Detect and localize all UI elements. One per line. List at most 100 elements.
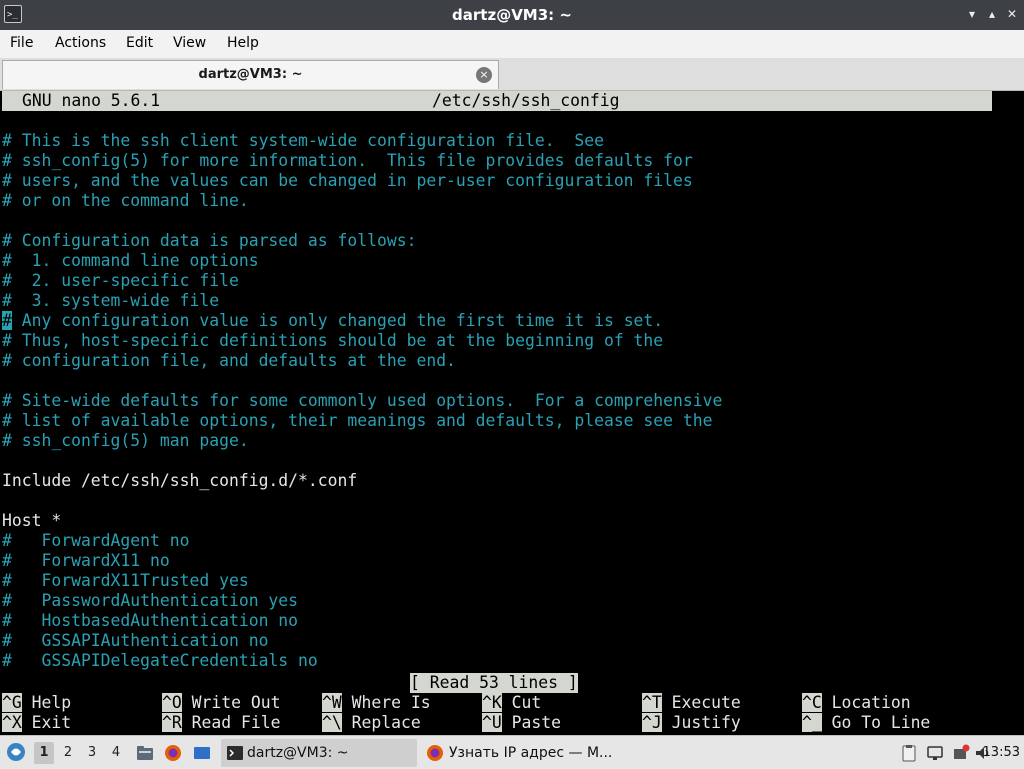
editor-line-text: # configuration file, and defaults at th… bbox=[2, 351, 456, 370]
editor-line-text: # Configuration data is parsed as follow… bbox=[2, 231, 417, 250]
editor-line: # list of available options, their meani… bbox=[2, 411, 713, 431]
shortcut-key: ^O bbox=[162, 693, 182, 712]
start-menu-icon[interactable] bbox=[6, 742, 26, 762]
minimize-button[interactable]: ▾ bbox=[964, 6, 980, 22]
shortcut-label: Paste bbox=[511, 713, 561, 732]
menu-help[interactable]: Help bbox=[227, 30, 259, 56]
workspace-2[interactable]: 2 bbox=[58, 742, 78, 764]
editor-line: # GSSAPIAuthentication no bbox=[2, 631, 268, 651]
shortcut-label: Cut bbox=[511, 693, 542, 712]
editor-line: # or on the command line. bbox=[2, 191, 249, 211]
editor-line: # ssh_config(5) for more information. Th… bbox=[2, 151, 693, 171]
shortcut-label: Justify bbox=[671, 713, 741, 732]
shortcut-gap bbox=[822, 693, 832, 712]
window-title: dartz@VM3: ~ bbox=[452, 6, 572, 24]
text-cursor: # bbox=[2, 311, 12, 330]
editor-line-text: # HostbasedAuthentication no bbox=[2, 611, 299, 630]
shortcut-gap bbox=[22, 713, 32, 732]
menu-file[interactable]: File bbox=[10, 30, 33, 56]
editor-line-text: # Thus, host-specific definitions should… bbox=[2, 331, 664, 350]
shortcut-label: Go To Line bbox=[831, 713, 931, 732]
shortcut-label: Read File bbox=[191, 713, 281, 732]
shortcut-justify[interactable]: ^J Justify bbox=[642, 713, 741, 733]
shortcut-write-out[interactable]: ^O Write Out bbox=[162, 693, 280, 713]
editor-line-text: # 3. system-wide file bbox=[2, 291, 220, 310]
update-notifier-icon[interactable] bbox=[952, 744, 970, 762]
editor-line-text: # users, and the values can be changed i… bbox=[2, 171, 693, 190]
taskbar: 1 2 3 4 dartz@VM3: ~ Узнать IP адрес — M… bbox=[0, 735, 1024, 769]
shortcut-key: ^X bbox=[2, 713, 22, 732]
firefox-icon bbox=[427, 745, 443, 761]
firefox-launcher-icon[interactable] bbox=[164, 744, 182, 762]
shortcut-key: ^T bbox=[642, 693, 662, 712]
workspace-4[interactable]: 4 bbox=[106, 742, 126, 764]
clipboard-icon[interactable] bbox=[900, 744, 918, 762]
editor-line: # ForwardAgent no bbox=[2, 531, 190, 551]
shortcut-gap bbox=[342, 693, 352, 712]
menu-bar: File Actions Edit View Help bbox=[0, 30, 1024, 58]
shortcut-help[interactable]: ^G Help bbox=[2, 693, 71, 713]
taskbar-terminal-label: dartz@VM3: ~ bbox=[247, 745, 349, 761]
shortcut-key: ^C bbox=[802, 693, 822, 712]
editor-line: # ssh_config(5) man page. bbox=[2, 431, 249, 451]
tab-close-icon[interactable]: × bbox=[476, 67, 492, 83]
editor-line: # users, and the values can be changed i… bbox=[2, 171, 693, 191]
shortcut-paste[interactable]: ^U Paste bbox=[482, 713, 561, 733]
editor-line: # Site-wide defaults for some commonly u… bbox=[2, 391, 722, 411]
menu-view[interactable]: View bbox=[173, 30, 206, 56]
shortcut-label: Execute bbox=[671, 693, 741, 712]
terminal-tab[interactable]: dartz@VM3: ~ × bbox=[2, 60, 499, 89]
editor-line-text: # list of available options, their meani… bbox=[2, 411, 713, 430]
shortcut-location[interactable]: ^C Location bbox=[802, 693, 911, 713]
editor-line-text: # 2. user-specific file bbox=[2, 271, 239, 290]
editor-line-text: Include /etc/ssh/ssh_config.d/*.conf bbox=[2, 471, 358, 490]
menu-actions[interactable]: Actions bbox=[55, 30, 106, 56]
taskbar-terminal[interactable]: dartz@VM3: ~ bbox=[221, 739, 417, 767]
shortcut-exit[interactable]: ^X Exit bbox=[2, 713, 71, 733]
shortcut-label: Replace bbox=[351, 713, 421, 732]
file-manager-icon[interactable] bbox=[136, 744, 154, 762]
nano-status-message: [ Read 53 lines ] bbox=[410, 673, 578, 693]
editor-line-text: # GSSAPIDelegateCredentials no bbox=[2, 651, 318, 670]
editor-line: # This is the ssh client system-wide con… bbox=[2, 131, 604, 151]
editor-line-text: # ssh_config(5) for more information. Th… bbox=[2, 151, 693, 170]
editor-line: # Any configuration value is only change… bbox=[2, 311, 663, 331]
menu-edit[interactable]: Edit bbox=[126, 30, 153, 56]
shortcut-key: ^K bbox=[482, 693, 502, 712]
editor-line-text: # ForwardX11 no bbox=[2, 551, 170, 570]
close-window-button[interactable]: ✕ bbox=[1004, 6, 1020, 22]
shortcut-label: Exit bbox=[31, 713, 72, 732]
shortcut-go-to-line[interactable]: ^_ Go To Line bbox=[802, 713, 930, 733]
clock[interactable]: 13:53 bbox=[983, 736, 1020, 769]
shortcut-key: ^\ bbox=[322, 713, 342, 732]
shortcut-gap bbox=[502, 693, 512, 712]
editor-line: # configuration file, and defaults at th… bbox=[2, 351, 456, 371]
editor-line-text: Host * bbox=[2, 511, 62, 530]
workspace-1[interactable]: 1 bbox=[34, 742, 54, 764]
editor-line: # 1. command line options bbox=[2, 251, 259, 271]
shortcut-cut[interactable]: ^K Cut bbox=[482, 693, 541, 713]
terminal-area[interactable]: GNU nano 5.6.1 /etc/ssh/ssh_config # Thi… bbox=[0, 91, 1024, 735]
workspace-3[interactable]: 3 bbox=[82, 742, 102, 764]
taskbar-firefox[interactable]: Узнать IP адрес — M... bbox=[421, 739, 621, 767]
editor-line: # Configuration data is parsed as follow… bbox=[2, 231, 416, 251]
desktop-icon[interactable] bbox=[193, 744, 211, 762]
shortcut-execute[interactable]: ^T Execute bbox=[642, 693, 741, 713]
network-icon[interactable] bbox=[926, 744, 944, 762]
shortcut-where-is[interactable]: ^W Where Is bbox=[322, 693, 431, 713]
tab-bar: dartz@VM3: ~ × bbox=[0, 58, 1024, 91]
maximize-button[interactable]: ▴ bbox=[984, 6, 1000, 22]
editor-line: Include /etc/ssh/ssh_config.d/*.conf bbox=[2, 471, 357, 491]
editor-line-text: # 1. command line options bbox=[2, 251, 259, 270]
shortcut-gap bbox=[342, 713, 352, 732]
shortcut-label: Help bbox=[31, 693, 72, 712]
editor-line-text: # GSSAPIAuthentication no bbox=[2, 631, 269, 650]
shortcut-read-file[interactable]: ^R Read File bbox=[162, 713, 280, 733]
terminal-icon bbox=[227, 746, 243, 760]
editor-line-text: # This is the ssh client system-wide con… bbox=[2, 131, 604, 150]
nano-filename: /etc/ssh/ssh_config bbox=[432, 91, 620, 110]
shortcut-replace[interactable]: ^\ Replace bbox=[322, 713, 421, 733]
editor-line-text: # ForwardAgent no bbox=[2, 531, 190, 550]
shortcut-gap bbox=[662, 693, 672, 712]
shortcut-key: ^G bbox=[2, 693, 22, 712]
